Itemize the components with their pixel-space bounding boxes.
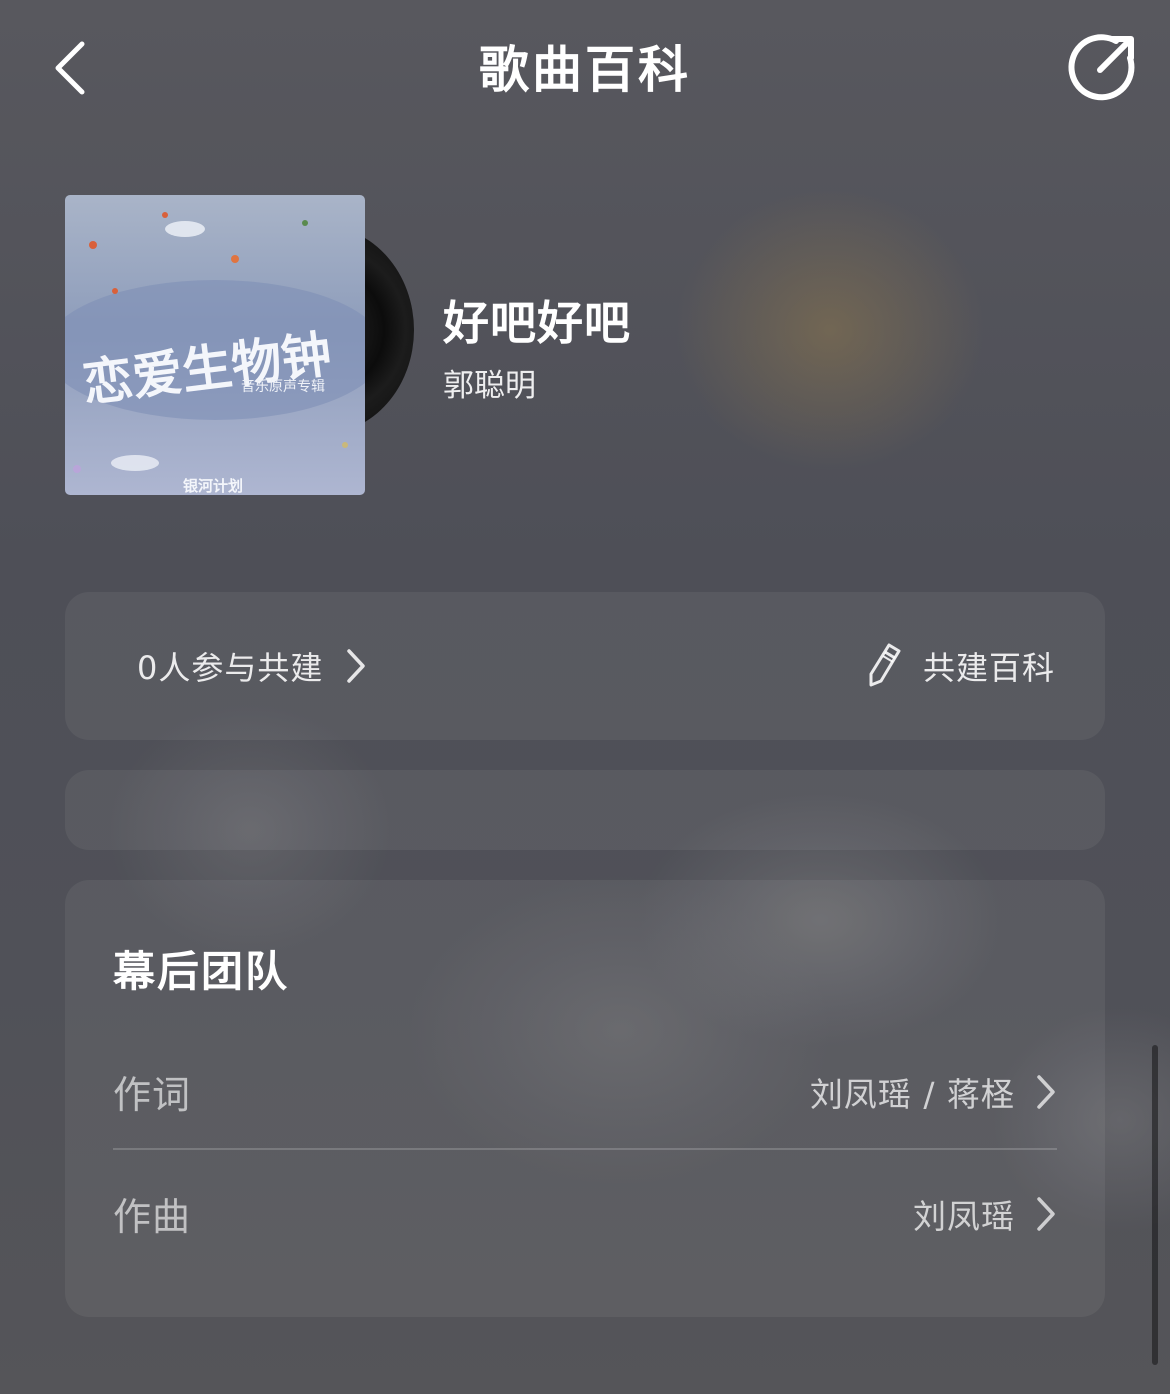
scrollbar[interactable] <box>1152 1045 1158 1365</box>
participants-count: 0人参与共建 <box>137 649 324 687</box>
team-heading: 幕后团队 <box>113 947 290 996</box>
lyricist-value-group: 刘凤瑶 / 蒋柽 <box>810 1068 1057 1116</box>
song-title: 好吧好吧 <box>443 296 631 350</box>
composer-value-group: 刘凤瑶 <box>913 1190 1057 1238</box>
composer-label: 作曲 <box>113 1195 192 1239</box>
lyricist-row[interactable]: 作词 刘凤瑶 / 蒋柽 <box>113 1038 1057 1150</box>
pencil-icon <box>867 641 903 691</box>
co-edit-button[interactable]: 共建百科 <box>867 642 1055 690</box>
album-cover[interactable]: 恋爱生物钟 音乐原声专辑 银河计划 <box>65 195 365 495</box>
top-bar: 歌曲百科 <box>0 0 1170 140</box>
song-info: 恋爱生物钟 音乐原声专辑 银河计划 好吧好吧 郭聪明 <box>0 180 1170 520</box>
composer-value: 刘凤瑶 <box>913 1197 1015 1236</box>
share-button[interactable] <box>1062 28 1142 108</box>
page-title: 歌曲百科 <box>479 41 691 99</box>
album-subtitle-art: 音乐原声专辑 <box>241 378 325 395</box>
chevron-right-icon <box>1035 1074 1057 1110</box>
artist-name[interactable]: 郭聪明 <box>443 360 536 405</box>
lyricist-label: 作词 <box>113 1073 192 1117</box>
participants-link[interactable]: 0人参与共建 <box>137 644 367 688</box>
album-label-art: 银河计划 <box>183 477 243 495</box>
placeholder-card <box>65 770 1105 850</box>
chevron-right-icon <box>1035 1196 1057 1232</box>
album-art: 恋爱生物钟 音乐原声专辑 银河计划 <box>65 195 365 495</box>
team-card: 幕后团队 作词 刘凤瑶 / 蒋柽 作曲 刘凤瑶 <box>65 880 1105 1317</box>
contribution-card: 0人参与共建 共建百科 <box>65 592 1105 740</box>
composer-row[interactable]: 作曲 刘凤瑶 <box>113 1160 1057 1260</box>
lyricist-value: 刘凤瑶 / 蒋柽 <box>809 1075 1015 1114</box>
chevron-right-icon <box>345 648 367 684</box>
co-edit-label: 共建百科 <box>922 649 1055 687</box>
share-icon <box>1068 34 1135 101</box>
